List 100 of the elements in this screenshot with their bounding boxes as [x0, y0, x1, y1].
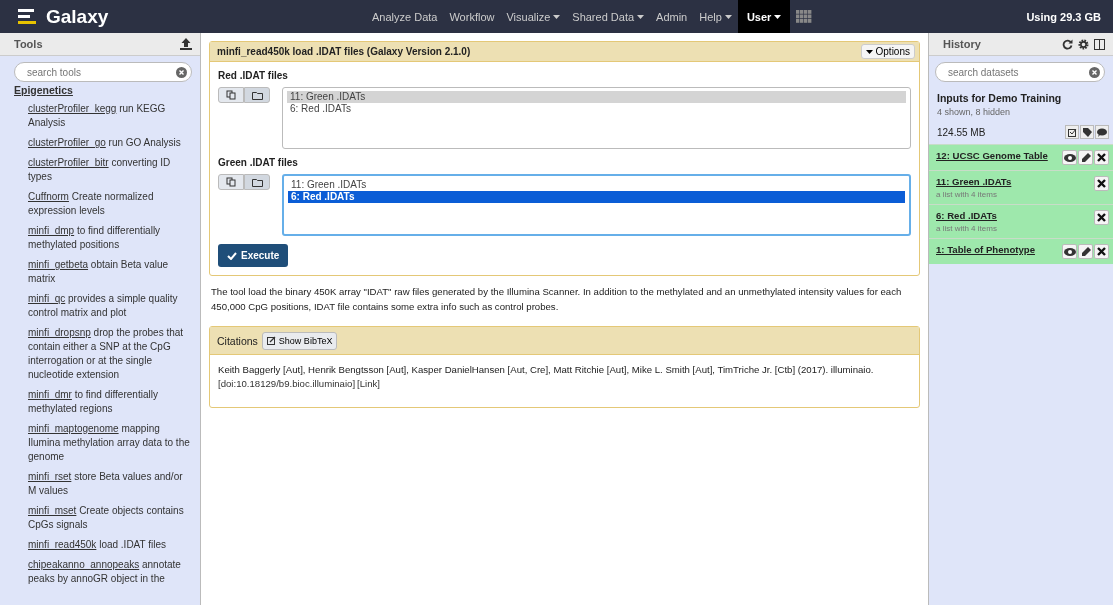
folder-button[interactable] — [244, 174, 270, 190]
search-bar[interactable]: search datasets — [935, 62, 1105, 82]
tags-icon[interactable] — [1080, 125, 1094, 139]
folder-icon — [251, 177, 263, 187]
delete-button[interactable] — [1094, 150, 1109, 165]
list-option[interactable]: 6: Red .IDATs — [287, 103, 906, 115]
search-field[interactable]: search tools — [25, 65, 176, 79]
dataset-item[interactable]: 6: Red .IDATs a list with 4 items — [929, 204, 1113, 238]
field-label: Red .IDAT files — [218, 70, 289, 81]
tool-item[interactable]: clusterProfiler_go run GO Analysis — [28, 136, 190, 150]
view-button[interactable] — [1062, 244, 1077, 259]
list-option[interactable]: 11: Green .IDATs — [288, 179, 905, 191]
tool-link[interactable]: minfi_rset — [28, 471, 72, 482]
options-button[interactable]: Options — [860, 44, 915, 59]
folder-icon — [251, 90, 263, 100]
tool-item[interactable]: minfi_dmp to find differentially methylated positions — [28, 224, 190, 252]
hidden-link[interactable]: hidden — [983, 107, 1011, 117]
tool-link[interactable]: clusterProfiler_go — [28, 137, 106, 148]
tool-link[interactable]: minfi_read450k — [28, 539, 97, 550]
tool-link[interactable]: clusterProfiler_kegg — [28, 103, 117, 114]
tool-link[interactable]: minfi_qc — [28, 293, 66, 304]
tool-item[interactable]: chipeakanno_annopeaks annotate peaks by annoGR object in the — [28, 558, 190, 586]
delete-button[interactable] — [1094, 176, 1109, 191]
tool-link[interactable]: minfi_dropsnp — [28, 327, 91, 338]
refresh-icon[interactable] — [1062, 38, 1073, 50]
close-icon — [1097, 247, 1106, 256]
tool-item[interactable]: minfi_read450k load .IDAT files — [28, 538, 190, 552]
nav-menu-item[interactable]: Shared Data — [566, 0, 651, 33]
delete-button[interactable] — [1094, 244, 1109, 259]
nav-menu-item[interactable]: Admin — [650, 0, 694, 33]
tool-item[interactable]: minfi_dmr to find differentially methylated regions — [28, 388, 190, 416]
nav-menu-item[interactable]: Help — [693, 0, 738, 33]
tool-item[interactable]: minfi_dropsnp drop the probes that contain either a SNP at the CpG interrogation or at the single nucleotide extension — [28, 326, 190, 382]
dataset-title[interactable]: 11: Green .IDATs — [936, 176, 1012, 187]
tool-link[interactable]: minfi_getbeta — [28, 259, 89, 270]
brand-name[interactable]: Galaxy — [46, 5, 109, 28]
multi-select-list[interactable]: 11: Green .IDATs 6: Red .IDATs — [282, 87, 911, 149]
copy-button[interactable] — [218, 87, 244, 103]
help-text: The tool load the binary 450K array "IDAT" raw files generated by the Illumina Scanner. In addition to the methylated and an unmethylated intensity values for each 450,000 CpG positions, IDAT file contains some extra info such as control probes. — [210, 285, 903, 314]
usage-label: Using 29.3 GB — [1026, 10, 1102, 23]
dataset-subtitle: a list with 4 items — [936, 190, 998, 199]
check-icon — [227, 251, 237, 260]
edit-button[interactable] — [1078, 244, 1093, 259]
copy-button[interactable] — [218, 174, 244, 190]
dataset-title[interactable]: 12: UCSC Genome Table — [936, 150, 1048, 161]
doi-link[interactable]: [doi:10.18129/b9.bioc.illuminaio] — [218, 378, 356, 389]
tool-item[interactable]: clusterProfiler_bitr converting ID types — [28, 156, 190, 184]
tool-link[interactable]: chipeakanno_annopeaks — [28, 559, 140, 570]
pencil-icon — [1080, 246, 1091, 257]
upload-icon[interactable] — [180, 38, 192, 50]
tool-link[interactable]: minfi_dmp — [28, 225, 75, 236]
delete-button[interactable] — [1094, 210, 1109, 225]
link[interactable]: [Link] — [357, 378, 380, 389]
dataset-title[interactable]: 6: Red .IDATs — [936, 210, 997, 221]
close-icon — [1097, 153, 1106, 162]
tool-item[interactable]: Cuffnorm Create normalized expression levels — [28, 190, 190, 218]
history-name: Inputs for Demo Training — [937, 92, 1063, 104]
nav-menu-item[interactable]: Workflow — [443, 0, 501, 33]
logo-icon — [18, 7, 38, 26]
tool-link[interactable]: clusterProfiler_bitr — [28, 157, 109, 168]
history-count: 4 shown, 8 hidden — [937, 107, 1012, 117]
list-option[interactable]: 11: Green .IDATs — [287, 91, 906, 103]
clear-icon[interactable] — [1089, 66, 1100, 78]
nav-menu-item[interactable]: User — [737, 0, 791, 33]
dataset-item[interactable]: 12: UCSC Genome Table — [929, 144, 1113, 170]
list-option[interactable]: 6: Red .IDATs — [288, 191, 905, 203]
tool-item[interactable]: minfi_maptogenome mapping Ilumina methylation array data to the genome — [28, 422, 190, 464]
settings-icon[interactable] — [1078, 38, 1089, 50]
tool-item[interactable]: minfi_rset store Beta values and/or M values — [28, 470, 190, 498]
nav-menu-item[interactable]: Analyze Data — [366, 0, 444, 33]
tool-link[interactable]: minfi_dmr — [28, 389, 72, 400]
dataset-title[interactable]: 1: Table of Phenotype — [936, 244, 1035, 255]
view-button[interactable] — [1062, 150, 1077, 165]
search-bar[interactable]: search tools — [14, 62, 192, 82]
search-field[interactable]: search datasets — [946, 65, 1089, 79]
dataset-item[interactable]: 1: Table of Phenotype — [929, 238, 1113, 264]
nav-menu-item[interactable]: Visualize — [500, 0, 567, 33]
multi-select-list[interactable]: 11: Green .IDATs 6: Red .IDATs — [282, 174, 911, 236]
tool-item[interactable]: minfi_qc provides a simple quality control matrix and plot — [28, 292, 190, 320]
tool-link[interactable]: minfi_mset — [28, 505, 77, 516]
tool-link[interactable]: minfi_maptogenome — [28, 423, 119, 434]
execute-button[interactable]: Execute — [218, 244, 289, 267]
tool-link[interactable]: Cuffnorm — [28, 191, 69, 202]
show-bibtex-button[interactable]: Show BibTeX — [261, 331, 338, 350]
tool-item[interactable]: minfi_mset Create objects contains CpGs signals — [28, 504, 190, 532]
clear-icon[interactable] — [176, 66, 187, 78]
dataset-item[interactable]: 11: Green .IDATs a list with 4 items — [929, 170, 1113, 204]
checkbox-icon[interactable] — [1065, 125, 1079, 139]
copy-icon — [226, 177, 236, 187]
field-label: Green .IDAT files — [218, 157, 299, 168]
comment-icon[interactable] — [1095, 125, 1109, 139]
citations-title: Citations — [217, 334, 258, 347]
tool-item[interactable]: minfi_getbeta obtain Beta value matrix — [28, 258, 190, 286]
caret-icon — [865, 49, 873, 54]
folder-button[interactable] — [244, 87, 270, 103]
columns-icon[interactable] — [1094, 38, 1105, 50]
edit-button[interactable] — [1078, 150, 1093, 165]
tool-section-title[interactable]: Epigenetics — [14, 84, 200, 96]
tool-item[interactable]: clusterProfiler_kegg run KEGG Analysis — [28, 102, 190, 130]
apps-grid-icon[interactable] — [796, 10, 813, 23]
